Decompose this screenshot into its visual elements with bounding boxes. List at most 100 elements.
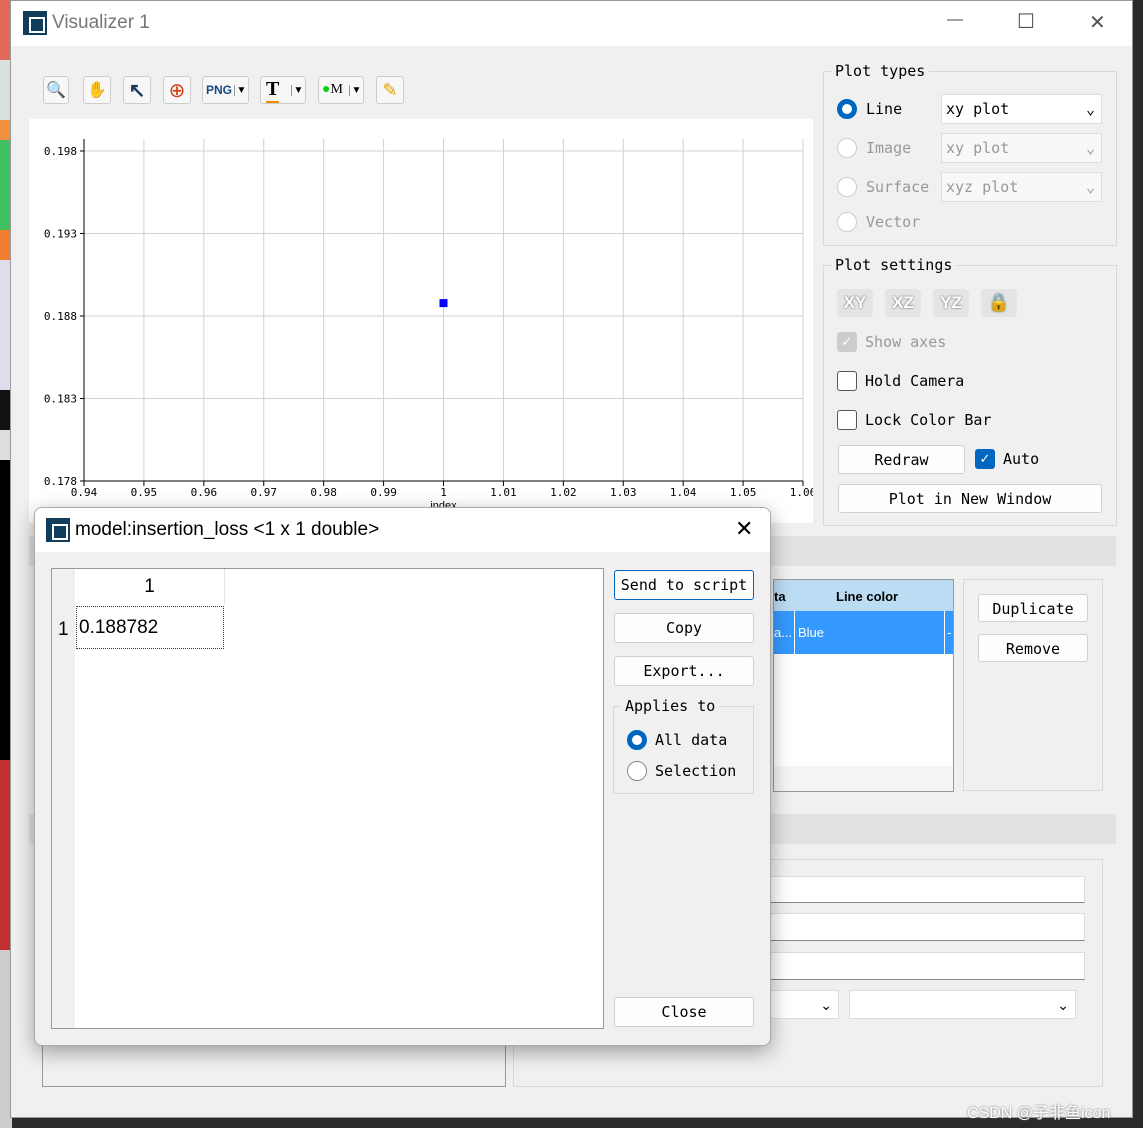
- x-tick-label: 1.06: [790, 486, 813, 499]
- plot-settings-label: Plot settings: [831, 256, 957, 274]
- auto-checkbox[interactable]: ✓: [975, 449, 995, 469]
- lines-table[interactable]: ta Line color a... Blue -: [773, 579, 954, 792]
- text-glyph: T: [266, 78, 280, 103]
- pan-hand-icon[interactable]: ✋: [83, 76, 111, 104]
- radio-image-label: Image: [866, 139, 912, 157]
- png-export-icon[interactable]: PNG ▼: [202, 76, 249, 104]
- y-tick-label: 0.198: [44, 145, 77, 158]
- select-arrow-icon[interactable]: ↖: [123, 76, 151, 104]
- line-type-select[interactable]: xy plot ⌄: [941, 94, 1102, 124]
- watermark: CSDN @子非鱼icon: [967, 1105, 1111, 1122]
- pan-glyph: ✋: [87, 82, 107, 99]
- x-tick-label: 0.98: [310, 486, 337, 499]
- dropdown-arrow-icon[interactable]: ▼: [234, 84, 248, 96]
- property-input-3[interactable]: [751, 952, 1085, 980]
- all-data-label: All data: [655, 731, 728, 749]
- text-annotation-icon[interactable]: T ▼: [260, 76, 306, 104]
- column-header[interactable]: 1: [75, 569, 225, 605]
- x-tick-label: 1.01: [490, 486, 516, 499]
- duplicate-button[interactable]: Duplicate: [978, 594, 1088, 622]
- pencil-icon[interactable]: ✎: [376, 76, 404, 104]
- dialog-title: model:insertion_loss <1 x 1 double>: [75, 519, 380, 540]
- y-tick-label: 0.178: [44, 475, 77, 488]
- view-xz-button[interactable]: XZ: [885, 289, 921, 317]
- minimize-button[interactable]: —: [947, 11, 963, 29]
- view-xy-button[interactable]: XY: [837, 289, 873, 317]
- plot-area[interactable]: 0.94 0.95 0.96 0.97 0.98 0.99 1 1.01 1.02 1.03 1.0…: [29, 119, 816, 523]
- radio-surface[interactable]: [837, 177, 857, 197]
- radio-image[interactable]: [837, 138, 857, 158]
- copy-button[interactable]: Copy: [614, 613, 754, 643]
- header-data: ta: [774, 589, 786, 604]
- data-point: [439, 299, 448, 308]
- cell-line-color: Blue: [798, 625, 825, 640]
- auto-label: Auto: [1003, 450, 1040, 468]
- dropdown-arrow-icon[interactable]: ▼: [291, 84, 305, 96]
- row-header[interactable]: 1: [58, 619, 69, 641]
- send-label: Send to script: [620, 576, 748, 594]
- variable-viewer-dialog: model:insertion_loss <1 x 1 double> ✕ 1 …: [34, 507, 771, 1046]
- plot-types-label: Plot types: [831, 62, 930, 80]
- chevron-down-icon: ⌄: [820, 997, 832, 1013]
- remove-button[interactable]: Remove: [978, 634, 1088, 662]
- dialog-title-bar: model:insertion_loss <1 x 1 double> ✕: [35, 508, 770, 552]
- data-grid[interactable]: 1 1 0.188782: [51, 568, 604, 1029]
- chevron-down-icon: ⌄: [1085, 139, 1095, 157]
- surface-type-value: xyz plot: [946, 178, 1019, 196]
- plot-canvas[interactable]: 0.94 0.95 0.96 0.97 0.98 0.99 1 1.01 1.02 1.03 1.0…: [29, 119, 816, 523]
- selection-label: Selection: [655, 762, 737, 780]
- export-button[interactable]: Export...: [614, 656, 754, 686]
- table-empty-area: [774, 654, 953, 766]
- image-type-select[interactable]: xy plot ⌄: [941, 133, 1102, 163]
- dropdown-arrow-icon[interactable]: ▼: [349, 84, 363, 96]
- radio-surface-label: Surface: [866, 178, 930, 196]
- zoom-extents-icon[interactable]: ⊕: [163, 76, 191, 104]
- app-icon: [46, 518, 70, 542]
- y-tick-label: 0.183: [44, 393, 77, 406]
- x-tick-label: 0.96: [191, 486, 218, 499]
- radio-selection[interactable]: [627, 761, 647, 781]
- marker-icon[interactable]: ●M ▼: [318, 76, 364, 104]
- radio-line[interactable]: [837, 99, 857, 119]
- dialog-close-icon[interactable]: ✕: [735, 516, 753, 542]
- radio-vector[interactable]: [837, 212, 857, 232]
- lock-color-bar-checkbox[interactable]: [837, 410, 857, 430]
- send-to-script-button[interactable]: Send to script: [614, 570, 754, 600]
- header-line-color[interactable]: Line color: [836, 589, 898, 604]
- data-cell[interactable]: 0.188782: [76, 606, 224, 649]
- line-type-value: xy plot: [946, 100, 1010, 118]
- x-tick-label: 0.95: [131, 486, 158, 499]
- radio-all-data[interactable]: [627, 730, 647, 750]
- property-input-1[interactable]: [751, 876, 1085, 903]
- x-tick-label: 1.04: [670, 486, 697, 499]
- x-tick-label: 0.99: [370, 486, 397, 499]
- arrow-glyph: ↖: [128, 79, 146, 102]
- property-input-2[interactable]: [751, 913, 1085, 941]
- surface-type-select[interactable]: xyz plot ⌄: [941, 172, 1102, 202]
- close-button[interactable]: ✕: [1089, 10, 1106, 35]
- png-glyph: PNG: [206, 83, 233, 97]
- app-icon: [23, 11, 47, 35]
- cell-data: a...: [774, 625, 793, 640]
- plot-in-new-window-button[interactable]: Plot in New Window: [838, 484, 1102, 513]
- cell-extra: -: [947, 625, 952, 640]
- close-dialog-button[interactable]: Close: [614, 997, 754, 1027]
- lock-color-bar-label: Lock Color Bar: [865, 411, 992, 429]
- zoom-icon[interactable]: 🔍: [43, 76, 69, 104]
- hold-camera-label: Hold Camera: [865, 372, 965, 390]
- view-yz-button[interactable]: YZ: [933, 289, 969, 317]
- table-row[interactable]: a... Blue -: [774, 611, 953, 654]
- property-select-2[interactable]: ⌄: [849, 990, 1076, 1019]
- redraw-button[interactable]: Redraw: [838, 445, 965, 474]
- show-axes-checkbox[interactable]: ✓: [837, 332, 857, 352]
- hold-camera-checkbox[interactable]: [837, 371, 857, 391]
- pencil-glyph: ✎: [382, 79, 398, 100]
- x-tick-label: 0.97: [251, 486, 278, 499]
- lock-view-icon[interactable]: 🔒: [981, 289, 1017, 317]
- zoom-glyph: 🔍: [46, 82, 66, 99]
- applies-to-label: Applies to: [621, 697, 720, 715]
- chevron-down-icon: ⌄: [1057, 997, 1069, 1013]
- radio-line-label: Line: [866, 100, 903, 118]
- x-tick-label: 1.05: [730, 486, 757, 499]
- maximize-button[interactable]: ☐: [1017, 9, 1035, 34]
